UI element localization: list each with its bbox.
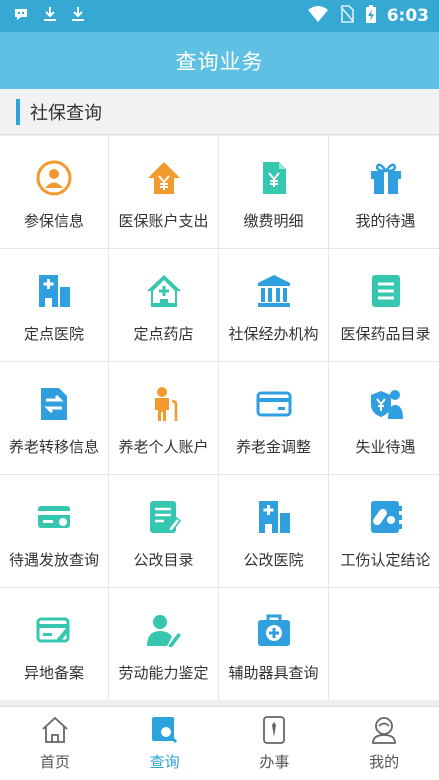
grid-item-remote-filing[interactable]: 异地备案 bbox=[0, 588, 108, 700]
grid-item-label: 医保账户支出 bbox=[118, 211, 209, 230]
grid-item-label: 公改目录 bbox=[133, 550, 194, 569]
grid-item-assistive-device-query[interactable]: 辅助器具查询 bbox=[219, 588, 328, 700]
grid-item-label: 工伤认定结论 bbox=[340, 550, 431, 569]
gift-icon bbox=[366, 158, 406, 198]
tab-label: 首页 bbox=[39, 753, 70, 771]
grid-item-label: 劳动能力鉴定 bbox=[118, 663, 209, 682]
clipboard-tie-icon bbox=[259, 715, 289, 745]
person-pen-icon bbox=[144, 610, 184, 650]
grid-item-pension-adjustment[interactable]: 养老金调整 bbox=[219, 362, 328, 474]
tab-query[interactable]: 查询 bbox=[110, 707, 220, 780]
grid-item-label: 我的待遇 bbox=[355, 211, 416, 230]
grid-item-medical-account-expense[interactable]: 医保账户支出 bbox=[109, 136, 218, 248]
grid-item-benefit-payment-query[interactable]: 待遇发放查询 bbox=[0, 475, 108, 587]
grid-item-label: 失业待遇 bbox=[355, 437, 416, 456]
pill-notebook-icon bbox=[366, 497, 406, 537]
page-title: 查询业务 bbox=[175, 49, 264, 74]
section-accent-bar bbox=[16, 98, 20, 125]
clock-time: 6:03 bbox=[386, 6, 429, 26]
yen-document-icon bbox=[254, 158, 294, 198]
card-pen-icon bbox=[34, 610, 74, 650]
grid-item-label: 定点医院 bbox=[23, 324, 84, 343]
hospital-building-icon bbox=[34, 271, 74, 311]
shield-person-icon bbox=[366, 384, 406, 424]
grid-item-pension-personal-account[interactable]: 养老个人账户 bbox=[109, 362, 218, 474]
institution-building-icon bbox=[254, 271, 294, 311]
person-circle-icon bbox=[34, 158, 74, 198]
grid-item-reform-catalog[interactable]: 公改目录 bbox=[109, 475, 218, 587]
app-bar: 查询业务 bbox=[0, 32, 439, 89]
list-document-icon bbox=[366, 271, 406, 311]
search-document-icon bbox=[150, 715, 180, 745]
tab-label: 查询 bbox=[149, 753, 180, 771]
tab-home[interactable]: 首页 bbox=[0, 707, 110, 780]
download-icon bbox=[70, 5, 86, 28]
service-grid: 参保信息 医保账户支出 缴费明细 我的待遇 定点医院 定点药店 社保经办机构 医… bbox=[0, 136, 439, 700]
grid-item-label: 养老转移信息 bbox=[8, 437, 99, 456]
section-header: 社保查询 bbox=[0, 89, 439, 135]
grid-item-work-injury-conclusion[interactable]: 工伤认定结论 bbox=[329, 475, 439, 587]
status-bar: 6:03 bbox=[0, 0, 439, 32]
medical-kit-icon bbox=[254, 610, 294, 650]
grid-item-label: 异地备案 bbox=[23, 663, 84, 682]
grid-item-payment-details[interactable]: 缴费明细 bbox=[219, 136, 328, 248]
battery-charging-icon bbox=[365, 4, 377, 28]
payment-card-icon bbox=[34, 497, 74, 537]
bank-card-icon bbox=[254, 384, 294, 424]
grid-item-label: 社保经办机构 bbox=[228, 324, 319, 343]
house-yen-icon bbox=[144, 158, 184, 198]
bottom-tab-bar: 首页 查询 办事 我的 bbox=[0, 706, 439, 780]
grid-item-label: 公改医院 bbox=[243, 550, 304, 569]
grid-item-label: 养老金调整 bbox=[235, 437, 311, 456]
grid-item-label: 参保信息 bbox=[23, 211, 84, 230]
wifi-icon bbox=[307, 5, 329, 27]
grid-item-label: 医保药品目录 bbox=[340, 324, 431, 343]
grid-item-label: 辅助器具查询 bbox=[228, 663, 319, 682]
grid-item-label: 定点药店 bbox=[133, 324, 194, 343]
grid-item-reform-hospital[interactable]: 公改医院 bbox=[219, 475, 328, 587]
tab-label: 我的 bbox=[369, 753, 400, 771]
grid-item-unemployment-benefits[interactable]: 失业待遇 bbox=[329, 362, 439, 474]
grid-item-label: 待遇发放查询 bbox=[8, 550, 99, 569]
home-icon bbox=[40, 715, 70, 745]
elderly-person-icon bbox=[144, 384, 184, 424]
grid-item-social-security-agency[interactable]: 社保经办机构 bbox=[219, 249, 328, 361]
tab-profile[interactable]: 我的 bbox=[329, 707, 439, 780]
pharmacy-house-icon bbox=[144, 271, 184, 311]
grid-empty-cell bbox=[329, 588, 439, 700]
grid-item-medicine-catalog[interactable]: 医保药品目录 bbox=[329, 249, 439, 361]
hospital-building-icon bbox=[254, 497, 294, 537]
grid-item-work-ability-assessment[interactable]: 劳动能力鉴定 bbox=[109, 588, 218, 700]
grid-item-designated-hospital[interactable]: 定点医院 bbox=[0, 249, 108, 361]
grid-item-label: 养老个人账户 bbox=[118, 437, 209, 456]
download-icon bbox=[42, 5, 58, 28]
user-icon bbox=[369, 715, 399, 745]
notification-app-icon bbox=[12, 5, 30, 28]
tab-services[interactable]: 办事 bbox=[220, 707, 330, 780]
grid-item-designated-pharmacy[interactable]: 定点药店 bbox=[109, 249, 218, 361]
grid-item-insurance-info[interactable]: 参保信息 bbox=[0, 136, 108, 248]
grid-item-pension-transfer[interactable]: 养老转移信息 bbox=[0, 362, 108, 474]
edit-document-icon bbox=[144, 497, 184, 537]
grid-item-label: 缴费明细 bbox=[243, 211, 304, 230]
no-sim-icon bbox=[339, 5, 355, 27]
section-title: 社保查询 bbox=[30, 102, 102, 124]
grid-item-my-benefits[interactable]: 我的待遇 bbox=[329, 136, 439, 248]
tab-label: 办事 bbox=[259, 753, 290, 771]
transfer-document-icon bbox=[34, 384, 74, 424]
